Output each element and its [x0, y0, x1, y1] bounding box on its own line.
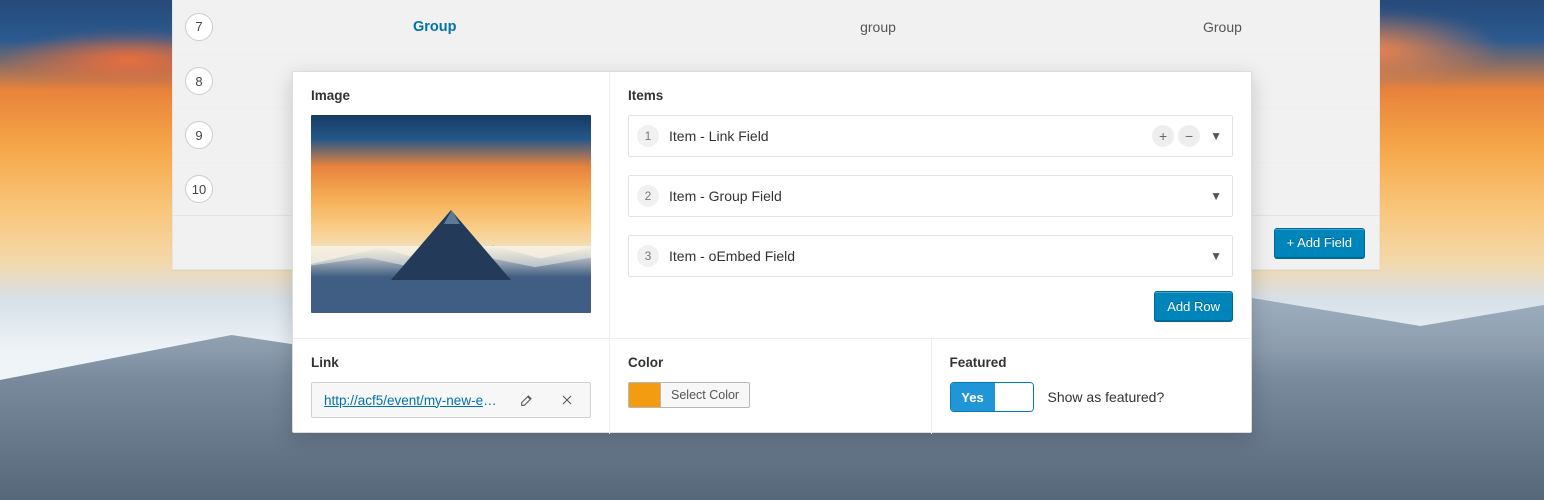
repeater-row[interactable]: 2 Item - Group Field ▼ [628, 175, 1233, 217]
row-title: Item - Link Field [669, 128, 1152, 144]
featured-section: Featured Yes Show as featured? [931, 339, 1252, 434]
close-icon[interactable] [552, 388, 582, 412]
row-order-badge: 10 [185, 175, 213, 203]
field-editor-popover: Image Items 1 Item - Link Field + − ▼ 2 … [292, 71, 1252, 433]
row-title: Item - oEmbed Field [669, 248, 1204, 264]
row-number-badge: 1 [637, 125, 659, 147]
row-number-badge: 2 [637, 185, 659, 207]
add-icon[interactable]: + [1152, 125, 1174, 147]
chevron-down-icon[interactable]: ▼ [1210, 129, 1222, 143]
repeater-row[interactable]: 1 Item - Link Field + − ▼ [628, 115, 1233, 157]
image-section: Image [293, 72, 609, 338]
link-url[interactable]: http://acf5/event/my-new-event/ [324, 393, 502, 408]
section-title-image: Image [311, 88, 591, 103]
field-type: Group [1063, 0, 1379, 54]
section-title-items: Items [628, 88, 1233, 103]
chevron-down-icon[interactable]: ▼ [1210, 249, 1222, 263]
link-field[interactable]: http://acf5/event/my-new-event/ [311, 382, 591, 418]
repeater-row[interactable]: 3 Item - oEmbed Field ▼ [628, 235, 1233, 277]
add-row-button[interactable]: Add Row [1154, 291, 1233, 321]
edit-icon[interactable] [512, 388, 542, 412]
featured-toggle[interactable]: Yes [950, 382, 1034, 412]
image-preview[interactable] [311, 115, 591, 313]
row-title: Item - Group Field [669, 188, 1204, 204]
row-order-badge: 9 [185, 121, 213, 149]
link-section: Link http://acf5/event/my-new-event/ [293, 338, 609, 434]
featured-note: Show as featured? [1048, 389, 1165, 405]
items-section: Items 1 Item - Link Field + − ▼ 2 Item -… [609, 72, 1251, 338]
remove-icon[interactable]: − [1178, 125, 1200, 147]
section-title-featured: Featured [950, 355, 1234, 370]
field-label-link[interactable]: Group [413, 19, 457, 35]
row-order-badge: 8 [185, 67, 213, 95]
color-section: Color Select Color [610, 339, 931, 434]
field-name: group [693, 0, 1063, 54]
add-field-button[interactable]: + Add Field [1274, 228, 1365, 258]
select-color-button[interactable]: Select Color [660, 382, 750, 408]
section-title-link: Link [311, 355, 591, 370]
chevron-down-icon[interactable]: ▼ [1210, 189, 1222, 203]
section-title-color: Color [628, 355, 913, 370]
color-swatch[interactable] [628, 382, 660, 408]
row-number-badge: 3 [637, 245, 659, 267]
field-row[interactable]: 7 Group group Group [173, 0, 1379, 54]
row-order-badge: 7 [185, 13, 213, 41]
toggle-on-label: Yes [951, 383, 995, 411]
